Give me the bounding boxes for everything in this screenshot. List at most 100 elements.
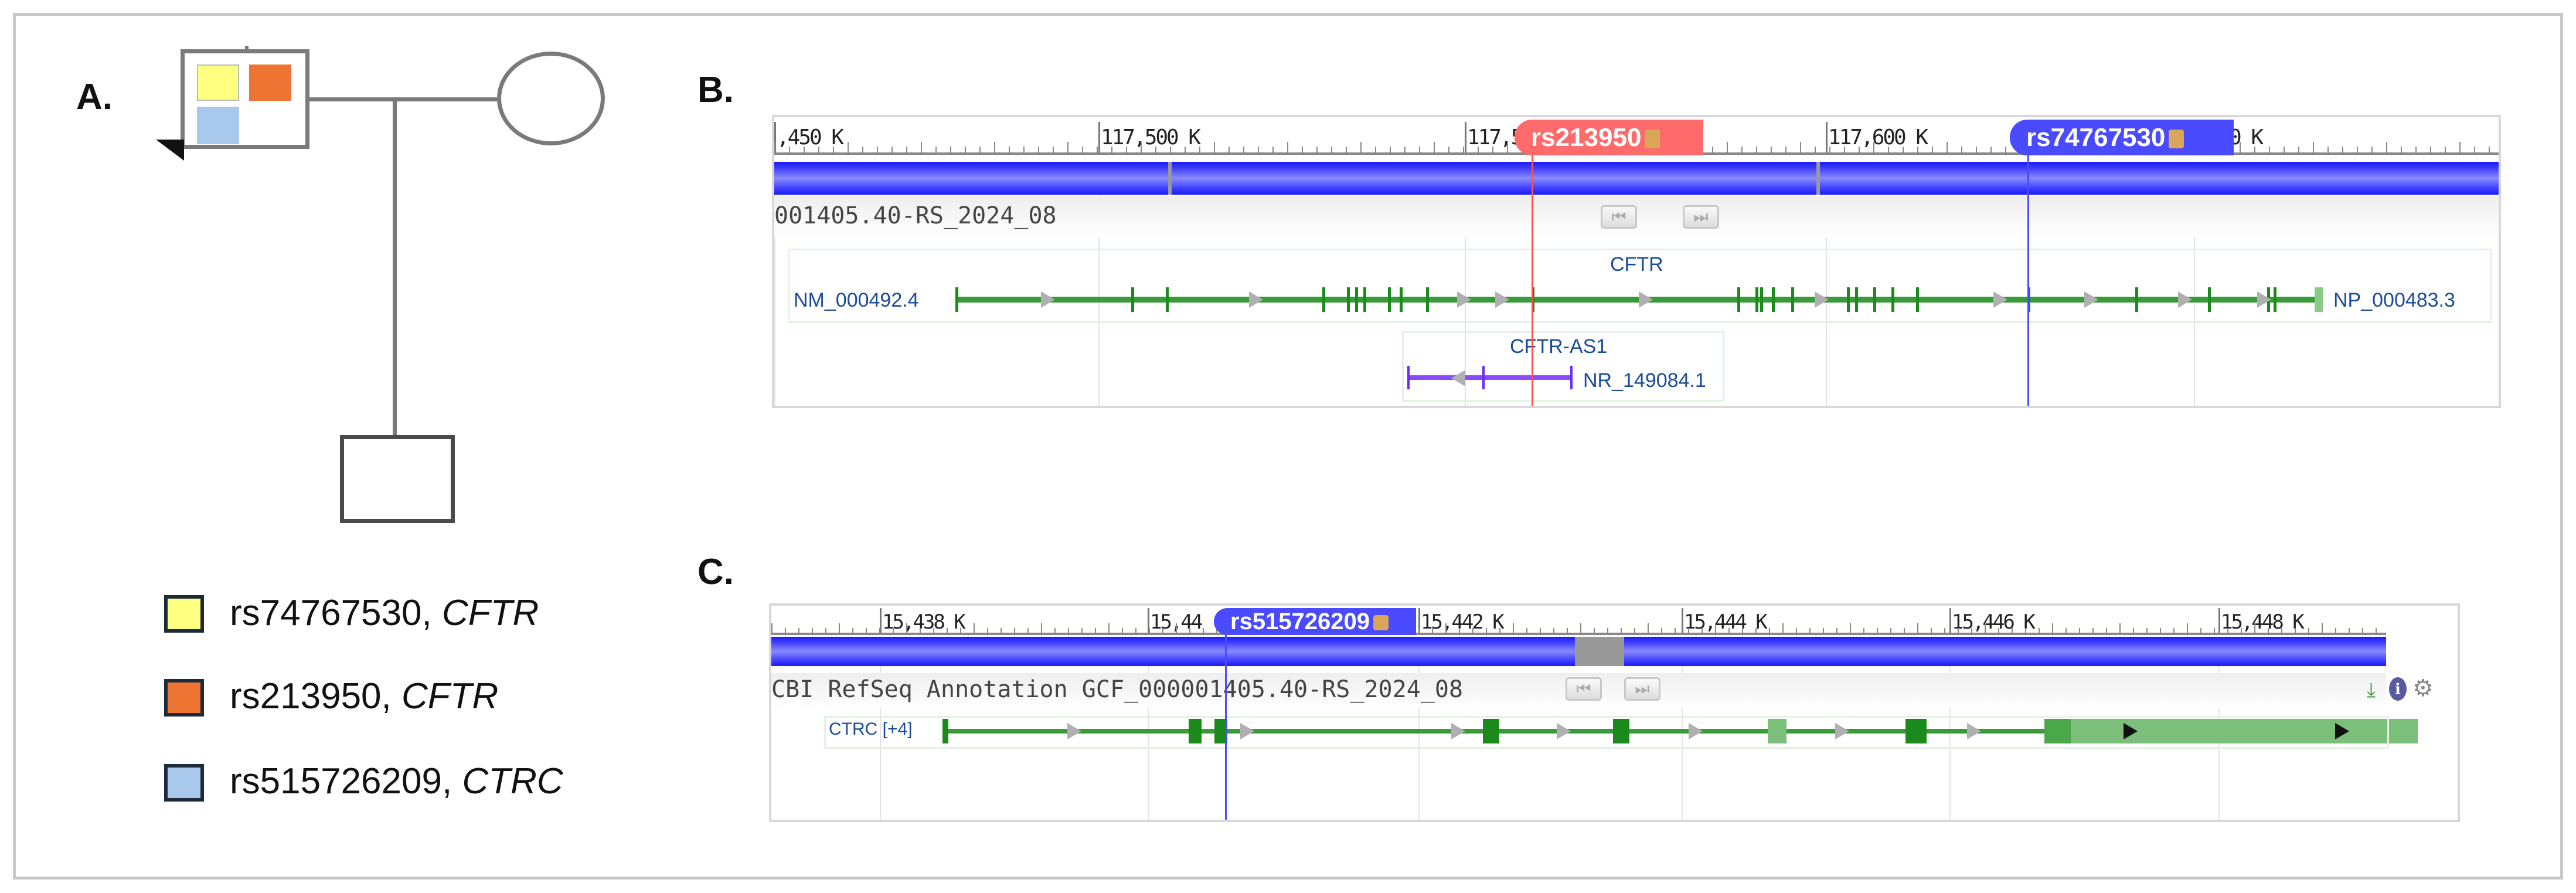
variant-marker-rs515726209[interactable]: rs515726209: [1214, 608, 1416, 635]
ruler-minor-tick: [2281, 628, 2282, 633]
ruler-major-tick: [1949, 608, 1951, 635]
ruler-minor-tick: [1478, 147, 1479, 152]
ruler-minor-tick: [1068, 628, 1069, 633]
ruler-minor-tick: [789, 147, 790, 152]
ruler-minor-tick: [804, 147, 805, 152]
ruler-minor-tick: [1648, 623, 1649, 633]
ruler-minor-tick: [1316, 147, 1318, 152]
ruler-label: 117,5: [1467, 125, 1523, 150]
ruler-major-tick: [1465, 122, 1466, 155]
legend-swatch-blue: [164, 764, 204, 802]
variant-marker-rs74767530[interactable]: rs74767530: [2010, 120, 2234, 155]
ruler-minor-tick: [1302, 147, 1303, 152]
ruler-minor-tick: [1859, 147, 1860, 152]
ruler-minor-tick: [2012, 628, 2013, 633]
ruler-minor-tick: [1888, 147, 1889, 152]
ruler-minor-tick: [1463, 147, 1464, 152]
prev-feature-button[interactable]: ⏮: [1566, 677, 1602, 701]
ruler-minor-tick: [2146, 628, 2148, 633]
ruler-minor-tick: [979, 147, 981, 152]
variant-marker-rs213950[interactable]: rs213950: [1515, 120, 1703, 155]
ruler-minor-tick: [798, 628, 799, 633]
ruler-minor-tick: [1041, 623, 1042, 633]
download-icon[interactable]: ⤓: [2367, 679, 2376, 702]
ruler-minor-tick: [1203, 628, 1204, 633]
ruler-minor-tick: [1472, 628, 1474, 633]
nc-transcript-label[interactable]: NR_149084.1: [1583, 369, 1706, 392]
ruler-minor-tick: [1728, 628, 1730, 633]
ruler-minor-tick: [1932, 147, 1933, 152]
legend-item: rs213950, CFTR: [230, 676, 499, 717]
legend-item: rs515726209, CTRC: [230, 761, 563, 802]
genome-viewer-cftr[interactable]: ,450 K117,500 K117,5117,600 K,650 K 0014…: [772, 115, 2501, 408]
ruler-minor-tick: [2459, 142, 2461, 152]
transcript-label[interactable]: NM_000492.4: [794, 289, 919, 312]
ruler-minor-tick: [1976, 147, 1977, 152]
variant-square-blue: [197, 107, 239, 144]
ruler-minor-tick: [1971, 628, 1972, 633]
ruler-minor-tick: [1873, 142, 1874, 152]
bar-gap: [1816, 162, 1820, 195]
ruler-minor-tick: [2308, 628, 2309, 633]
ruler-minor-tick: [1540, 628, 1541, 633]
ruler-label: ,450 K: [777, 125, 844, 150]
bar-gap: [1168, 162, 1172, 195]
ruler-minor-tick: [1346, 147, 1347, 152]
ruler-minor-tick: [2430, 147, 2431, 152]
lock-icon: [1645, 130, 1660, 149]
info-icon[interactable]: ℹ: [2389, 677, 2407, 701]
ruler-minor-tick: [2254, 147, 2255, 152]
ruler-minor-tick: [1796, 628, 1797, 633]
ruler-minor-tick: [1404, 147, 1406, 152]
variant-square-orange: [249, 64, 291, 101]
gene-label-ctrc[interactable]: CTRC [+4]: [829, 719, 913, 739]
genome-viewer-ctrc[interactable]: 15,438 K 15,44 15,442 K 15,444 K 15,446 K 15,…: [769, 603, 2460, 822]
ruler-minor-tick: [2187, 623, 2188, 633]
ruler-minor-tick: [2362, 628, 2363, 633]
ruler-minor-tick: [1082, 147, 1083, 152]
ruler-minor-tick: [1702, 628, 1703, 633]
ruler-minor-tick: [1507, 142, 1508, 152]
ruler-minor-tick: [1258, 147, 1259, 152]
gene-name-cftr-as1[interactable]: CFTR-AS1: [1510, 335, 1607, 358]
ruler-minor-tick: [921, 142, 922, 152]
ruler-minor-tick: [1931, 628, 1932, 633]
ruler-minor-tick: [2241, 628, 2242, 633]
ruler-minor-tick: [2039, 628, 2040, 633]
ruler-minor-tick: [1081, 628, 1083, 633]
ruler-minor-tick: [920, 628, 921, 633]
protein-label[interactable]: NP_000483.3: [2333, 289, 2455, 312]
ruler-label: 117,600 K: [1828, 125, 1928, 150]
ruler-minor-tick: [933, 628, 934, 633]
ruler-minor-tick: [1141, 142, 1142, 152]
ruler-minor-tick: [1122, 628, 1123, 633]
gene-name-cftr[interactable]: CFTR: [1610, 253, 1663, 276]
ruler-minor-tick: [1418, 628, 1420, 633]
variant-square-yellow: [197, 64, 239, 101]
ruler-minor-tick: [1229, 147, 1230, 152]
ruler-minor-tick: [852, 628, 853, 633]
ruler-minor-tick: [877, 147, 878, 152]
ruler-minor-tick: [2357, 147, 2358, 152]
ruler-minor-tick: [2342, 147, 2343, 152]
prev-feature-button[interactable]: ⏮: [1601, 205, 1637, 229]
ruler-minor-tick: [2133, 628, 2134, 633]
ruler-minor-tick: [1958, 628, 1959, 633]
ruler-minor-tick: [2106, 628, 2107, 633]
ruler-major-tick: [2218, 608, 2220, 635]
gene-box-ctrc[interactable]: [824, 716, 2389, 749]
ruler-minor-tick: [1486, 628, 1487, 633]
ruler-label: 15,446 K: [1952, 610, 2036, 634]
ruler-major-tick: [1682, 608, 1683, 635]
ruler-minor-tick: [1287, 142, 1288, 152]
settings-icon[interactable]: ⚙: [2412, 675, 2434, 702]
ruler-minor-tick: [2240, 142, 2241, 152]
ruler-axis: [771, 633, 2386, 635]
ruler-minor-tick: [1782, 623, 1784, 633]
next-feature-button[interactable]: ⏭: [1683, 205, 1719, 229]
ruler-minor-tick: [1023, 147, 1025, 152]
next-feature-button[interactable]: ⏭: [1624, 677, 1660, 701]
ruler-minor-tick: [1375, 147, 1376, 152]
ruler-minor-tick: [1331, 147, 1332, 152]
ruler-minor-tick: [825, 628, 826, 633]
